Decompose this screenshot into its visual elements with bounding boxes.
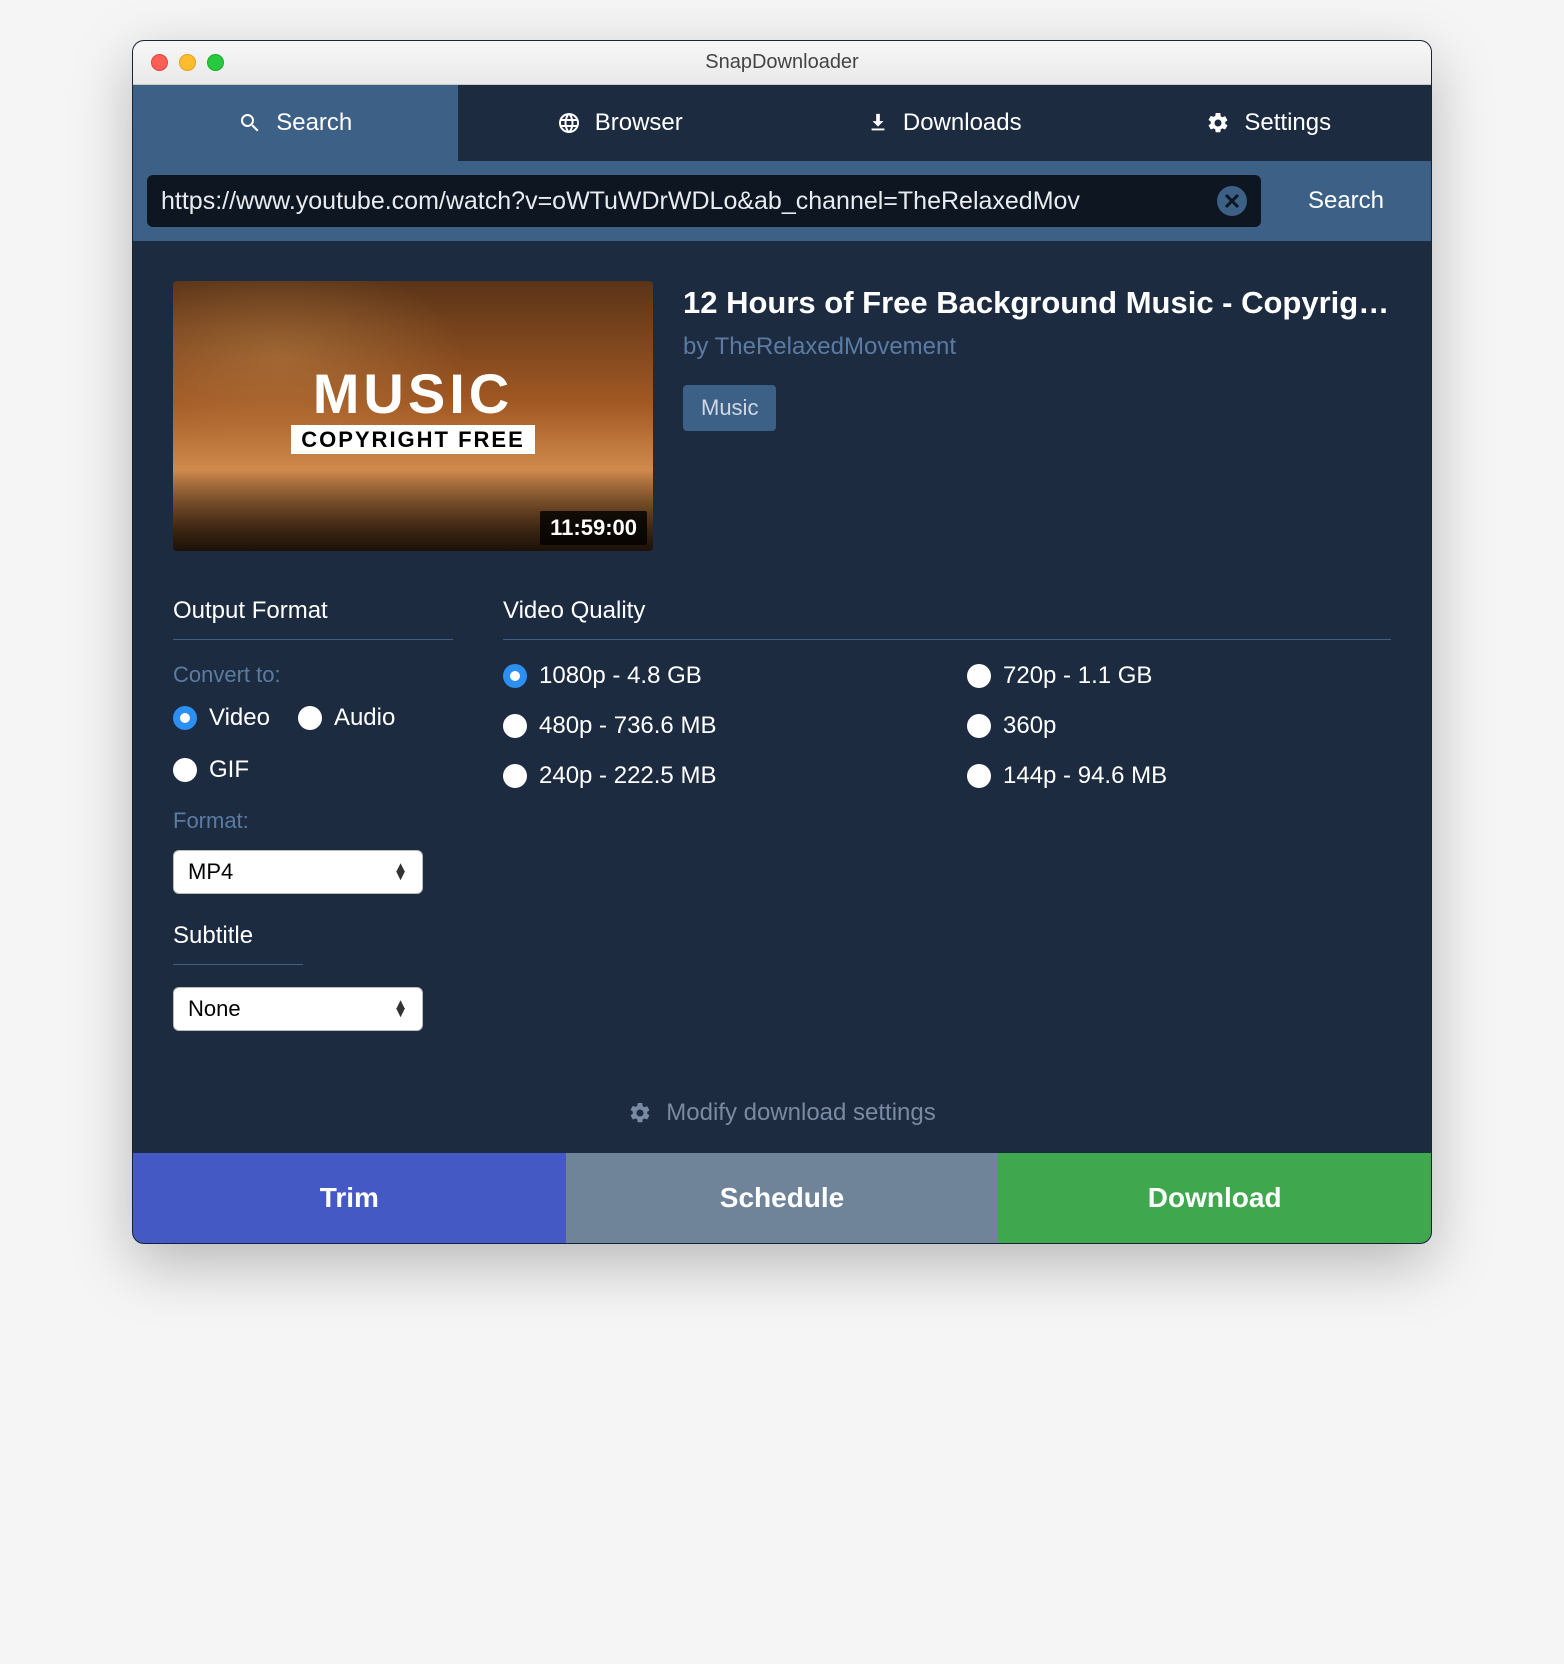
- output-format-section: Output Format Convert to: Video Audio: [173, 597, 453, 1059]
- url-input[interactable]: [161, 187, 1217, 216]
- radio-icon: [967, 714, 991, 738]
- radio-icon: [967, 664, 991, 688]
- video-title: 12 Hours of Free Background Music - Copy…: [683, 285, 1391, 321]
- video-info: 12 Hours of Free Background Music - Copy…: [683, 281, 1391, 551]
- gear-icon: [628, 1101, 652, 1125]
- video-author: by TheRelaxedMovement: [683, 333, 1391, 361]
- app-window: SnapDownloader Search Browser Downloads …: [132, 40, 1432, 1244]
- tab-browser-label: Browser: [595, 109, 683, 137]
- quality-label: 1080p - 4.8 GB: [539, 662, 702, 690]
- quality-label: 480p - 736.6 MB: [539, 712, 716, 740]
- quality-label: 144p - 94.6 MB: [1003, 762, 1167, 790]
- convert-option-video[interactable]: Video: [173, 704, 270, 732]
- options-area: Output Format Convert to: Video Audio: [173, 597, 1391, 1059]
- thumb-overlay-main: MUSIC: [173, 361, 653, 426]
- convert-option-gif-label: GIF: [209, 756, 249, 784]
- tab-search[interactable]: Search: [133, 85, 458, 161]
- video-quality-heading: Video Quality: [503, 597, 1391, 640]
- search-bar: Search: [133, 161, 1431, 241]
- search-button[interactable]: Search: [1261, 161, 1431, 241]
- bottom-actions: Trim Schedule Download: [133, 1153, 1431, 1243]
- thumb-overlay-sub: COPYRIGHT FREE: [173, 427, 653, 453]
- tab-search-label: Search: [276, 109, 352, 137]
- radio-icon: [173, 706, 197, 730]
- chevron-updown-icon: ▲▼: [393, 864, 408, 880]
- video-tag: Music: [683, 385, 776, 431]
- window-title: SnapDownloader: [133, 51, 1431, 74]
- modify-download-settings[interactable]: Modify download settings: [173, 1059, 1391, 1153]
- quality-grid: 1080p - 4.8 GB 720p - 1.1 GB 480p - 736.…: [503, 662, 1391, 790]
- content-area: MUSIC COPYRIGHT FREE 11:59:00 12 Hours o…: [133, 241, 1431, 1153]
- radio-icon: [298, 706, 322, 730]
- trim-button[interactable]: Trim: [133, 1153, 566, 1243]
- subtitle-dropdown[interactable]: None ▲▼: [173, 987, 423, 1031]
- radio-icon: [503, 664, 527, 688]
- tab-downloads[interactable]: Downloads: [782, 85, 1107, 161]
- search-button-label: Search: [1308, 187, 1384, 215]
- globe-icon: [557, 111, 581, 135]
- radio-icon: [967, 764, 991, 788]
- quality-label: 720p - 1.1 GB: [1003, 662, 1152, 690]
- radio-icon: [503, 764, 527, 788]
- video-duration: 11:59:00: [540, 511, 647, 545]
- quality-option-1080p[interactable]: 1080p - 4.8 GB: [503, 662, 927, 690]
- subtitle-value: None: [188, 996, 241, 1022]
- quality-label: 240p - 222.5 MB: [539, 762, 716, 790]
- radio-icon: [503, 714, 527, 738]
- main-tabs: Search Browser Downloads Settings: [133, 85, 1431, 161]
- schedule-button[interactable]: Schedule: [566, 1153, 999, 1243]
- download-button[interactable]: Download: [998, 1153, 1431, 1243]
- gear-icon: [1206, 111, 1230, 135]
- quality-option-240p[interactable]: 240p - 222.5 MB: [503, 762, 927, 790]
- titlebar: SnapDownloader: [133, 41, 1431, 85]
- output-format-heading: Output Format: [173, 597, 453, 640]
- chevron-updown-icon: ▲▼: [393, 1001, 408, 1017]
- convert-option-audio[interactable]: Audio: [298, 704, 395, 732]
- modify-label: Modify download settings: [666, 1099, 935, 1127]
- subtitle-heading: Subtitle: [173, 922, 303, 965]
- radio-icon: [173, 758, 197, 782]
- format-dropdown[interactable]: MP4 ▲▼: [173, 850, 423, 894]
- quality-label: 360p: [1003, 712, 1056, 740]
- convert-to-label: Convert to:: [173, 662, 453, 688]
- close-icon: [1225, 194, 1239, 208]
- tab-downloads-label: Downloads: [903, 109, 1022, 137]
- trim-button-label: Trim: [320, 1182, 379, 1214]
- tab-settings-label: Settings: [1244, 109, 1331, 137]
- quality-option-144p[interactable]: 144p - 94.6 MB: [967, 762, 1391, 790]
- format-value: MP4: [188, 859, 233, 885]
- download-icon: [867, 112, 889, 134]
- tab-settings[interactable]: Settings: [1107, 85, 1432, 161]
- tab-browser[interactable]: Browser: [458, 85, 783, 161]
- convert-option-video-label: Video: [209, 704, 270, 732]
- quality-option-360p[interactable]: 360p: [967, 712, 1391, 740]
- video-quality-section: Video Quality 1080p - 4.8 GB 720p - 1.1 …: [503, 597, 1391, 1059]
- video-header: MUSIC COPYRIGHT FREE 11:59:00 12 Hours o…: [173, 281, 1391, 551]
- download-button-label: Download: [1148, 1182, 1282, 1214]
- quality-option-480p[interactable]: 480p - 736.6 MB: [503, 712, 927, 740]
- convert-option-gif[interactable]: GIF: [173, 756, 249, 784]
- url-input-wrap: [147, 175, 1261, 227]
- clear-url-button[interactable]: [1217, 186, 1247, 216]
- format-label: Format:: [173, 808, 453, 834]
- schedule-button-label: Schedule: [720, 1182, 844, 1214]
- video-tags: Music: [683, 385, 1391, 431]
- convert-option-audio-label: Audio: [334, 704, 395, 732]
- quality-option-720p[interactable]: 720p - 1.1 GB: [967, 662, 1391, 690]
- search-icon: [238, 111, 262, 135]
- video-thumbnail: MUSIC COPYRIGHT FREE 11:59:00: [173, 281, 653, 551]
